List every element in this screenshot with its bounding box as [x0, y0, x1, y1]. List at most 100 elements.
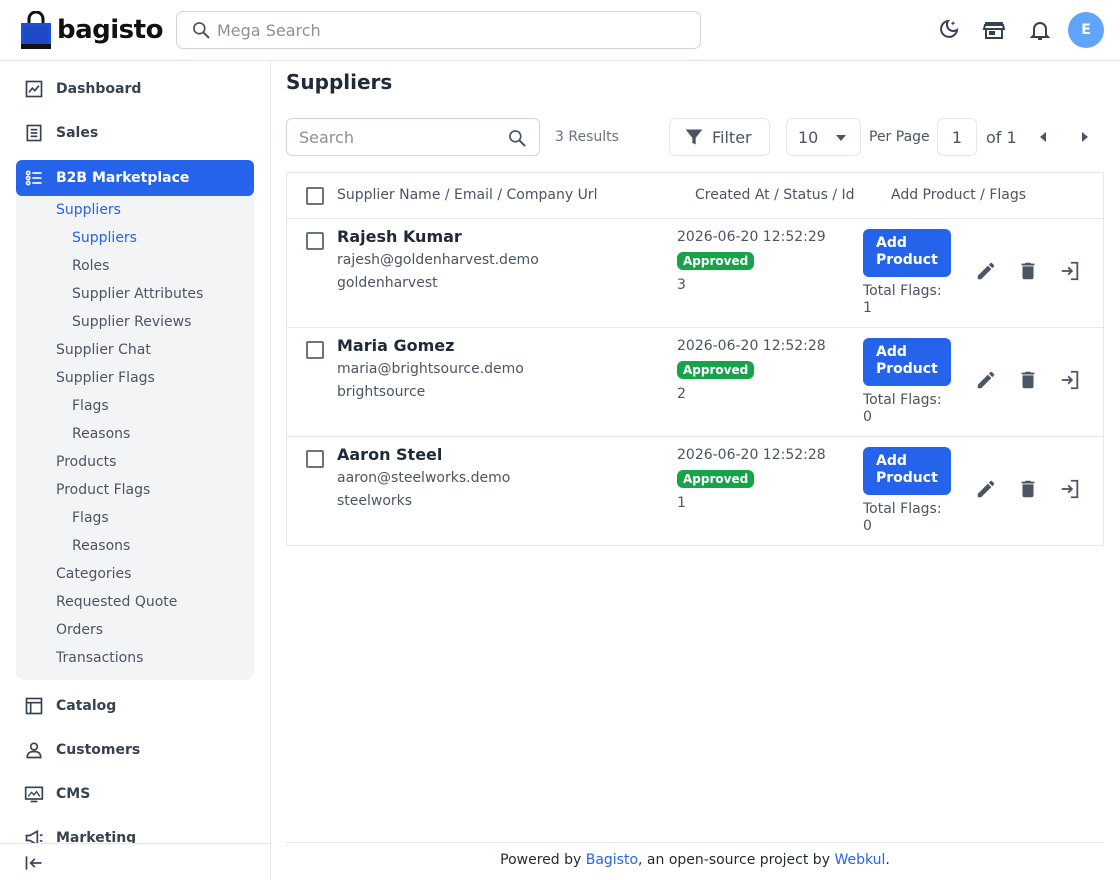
webkul-link[interactable]: Webkul	[834, 852, 885, 868]
login-as-supplier-icon[interactable]	[1059, 369, 1081, 391]
mega-search-box[interactable]	[176, 11, 701, 49]
list-icon	[24, 168, 44, 188]
created-at: 2026-06-20 12:52:28	[677, 447, 826, 463]
notification-bell-icon[interactable]	[1028, 18, 1052, 42]
submenu-product-flags-flags[interactable]: Flags	[72, 510, 109, 526]
footer-prefix: Powered by	[500, 852, 586, 868]
sidebar-item-sales[interactable]: Sales	[16, 115, 254, 151]
submenu-roles[interactable]: Roles	[72, 258, 109, 274]
search-icon[interactable]	[507, 128, 527, 148]
customers-icon	[24, 740, 44, 760]
submenu-products[interactable]: Products	[56, 454, 116, 470]
submenu-supplier-attributes[interactable]: Supplier Attributes	[72, 286, 203, 302]
catalog-icon	[24, 696, 44, 716]
total-flags-label: Total Flags:	[863, 392, 942, 408]
table-row: Aaron Steel aaron@steelworks.demo steelw…	[287, 437, 1103, 546]
per-page-select[interactable]: 10	[786, 118, 861, 156]
total-flags-value: 0	[863, 409, 872, 425]
results-count: 3 Results	[555, 129, 619, 145]
total-flags-label: Total Flags:	[863, 283, 942, 299]
submenu-suppliers-list[interactable]: Suppliers	[72, 230, 137, 246]
column-header-created[interactable]: Created At / Status / Id	[695, 187, 855, 203]
suppliers-table: Supplier Name / Email / Company Url Crea…	[286, 172, 1104, 546]
submenu-supplier-reviews[interactable]: Supplier Reviews	[72, 314, 191, 330]
next-page-icon[interactable]	[1076, 128, 1094, 146]
datagrid-search-box[interactable]	[286, 118, 540, 156]
supplier-email: maria@brightsource.demo	[337, 361, 524, 377]
login-as-supplier-icon[interactable]	[1059, 478, 1081, 500]
submenu-transactions[interactable]: Transactions	[56, 650, 143, 666]
submenu-product-flags[interactable]: Product Flags	[56, 482, 150, 498]
table-row: Rajesh Kumar rajesh@goldenharvest.demo g…	[287, 219, 1103, 328]
total-flags: Total Flags: 1	[863, 283, 942, 317]
page-title: Suppliers	[286, 70, 393, 94]
delete-icon[interactable]	[1017, 260, 1039, 282]
supplier-name: Aaron Steel	[337, 445, 443, 464]
submenu-suppliers[interactable]: Suppliers	[56, 202, 121, 218]
submenu-supplier-flags-flags[interactable]: Flags	[72, 398, 109, 414]
previous-page-icon[interactable]	[1034, 128, 1052, 146]
table-row: Maria Gomez maria@brightsource.demo brig…	[287, 328, 1103, 437]
brand-logo[interactable]: bagisto	[21, 11, 163, 49]
supplier-email: aaron@steelworks.demo	[337, 470, 511, 486]
sales-icon	[24, 123, 44, 143]
sidebar-item-b2b-marketplace[interactable]: B2B Marketplace	[16, 160, 254, 196]
storefront-icon[interactable]	[982, 18, 1006, 42]
submenu-supplier-flags-reasons[interactable]: Reasons	[72, 426, 130, 442]
sidebar-item-label: B2B Marketplace	[56, 170, 190, 186]
submenu-orders[interactable]: Orders	[56, 622, 103, 638]
delete-icon[interactable]	[1017, 369, 1039, 391]
collapse-sidebar-icon[interactable]	[24, 853, 44, 873]
edit-icon[interactable]	[975, 260, 997, 282]
bagisto-link[interactable]: Bagisto	[586, 852, 638, 868]
supplier-company-url: steelworks	[337, 493, 413, 509]
top-header: bagisto E	[0, 0, 1120, 61]
page-number-input[interactable]: 1	[937, 118, 977, 156]
column-header-add-product: Add Product / Flags	[891, 187, 1027, 203]
footer-divider	[286, 842, 1104, 843]
column-header-supplier[interactable]: Supplier Name / Email / Company Url	[337, 187, 597, 203]
edit-icon[interactable]	[975, 369, 997, 391]
page-total-label: of 1	[986, 128, 1017, 147]
supplier-email: rajesh@goldenharvest.demo	[337, 252, 539, 268]
row-checkbox[interactable]	[306, 341, 324, 359]
row-checkbox[interactable]	[306, 232, 324, 250]
per-page-label: Per Page	[869, 129, 930, 145]
status-badge: Approved	[677, 361, 755, 379]
submenu-supplier-flags[interactable]: Supplier Flags	[56, 370, 155, 386]
user-avatar[interactable]: E	[1068, 12, 1104, 48]
datagrid-search-input[interactable]	[299, 127, 499, 147]
sidebar-item-customers[interactable]: Customers	[16, 732, 254, 768]
sidebar-item-catalog[interactable]: Catalog	[16, 688, 254, 724]
add-product-button[interactable]: Add Product	[863, 447, 951, 495]
supplier-name: Maria Gomez	[337, 336, 455, 355]
supplier-company-url: brightsource	[337, 384, 426, 400]
footer-suffix: .	[885, 852, 890, 868]
supplier-id: 1	[677, 495, 686, 511]
login-as-supplier-icon[interactable]	[1059, 260, 1081, 282]
submenu-categories[interactable]: Categories	[56, 566, 131, 582]
supplier-name: Rajesh Kumar	[337, 227, 462, 246]
row-checkbox[interactable]	[306, 450, 324, 468]
filter-label: Filter	[712, 127, 752, 147]
supplier-company-url: goldenharvest	[337, 275, 438, 291]
sidebar: Dashboard Sales B2B Marketplace Supplier…	[0, 61, 271, 880]
submenu-supplier-chat[interactable]: Supplier Chat	[56, 342, 151, 358]
sidebar-item-dashboard[interactable]: Dashboard	[16, 71, 254, 107]
mega-search-input[interactable]	[217, 20, 677, 40]
edit-icon[interactable]	[975, 478, 997, 500]
filter-button[interactable]: Filter	[669, 118, 770, 156]
delete-icon[interactable]	[1017, 478, 1039, 500]
sidebar-item-cms[interactable]: CMS	[16, 776, 254, 812]
search-icon	[191, 20, 211, 40]
supplier-id: 3	[677, 277, 686, 293]
total-flags: Total Flags: 0	[863, 501, 942, 535]
submenu-requested-quote[interactable]: Requested Quote	[56, 594, 177, 610]
submenu-product-flags-reasons[interactable]: Reasons	[72, 538, 130, 554]
dark-mode-icon[interactable]	[936, 18, 960, 42]
add-product-button[interactable]: Add Product	[863, 229, 951, 277]
select-all-checkbox[interactable]	[306, 187, 324, 205]
sidebar-item-label: Catalog	[56, 698, 117, 714]
add-product-button[interactable]: Add Product	[863, 338, 951, 386]
sidebar-item-label: Dashboard	[56, 81, 142, 97]
